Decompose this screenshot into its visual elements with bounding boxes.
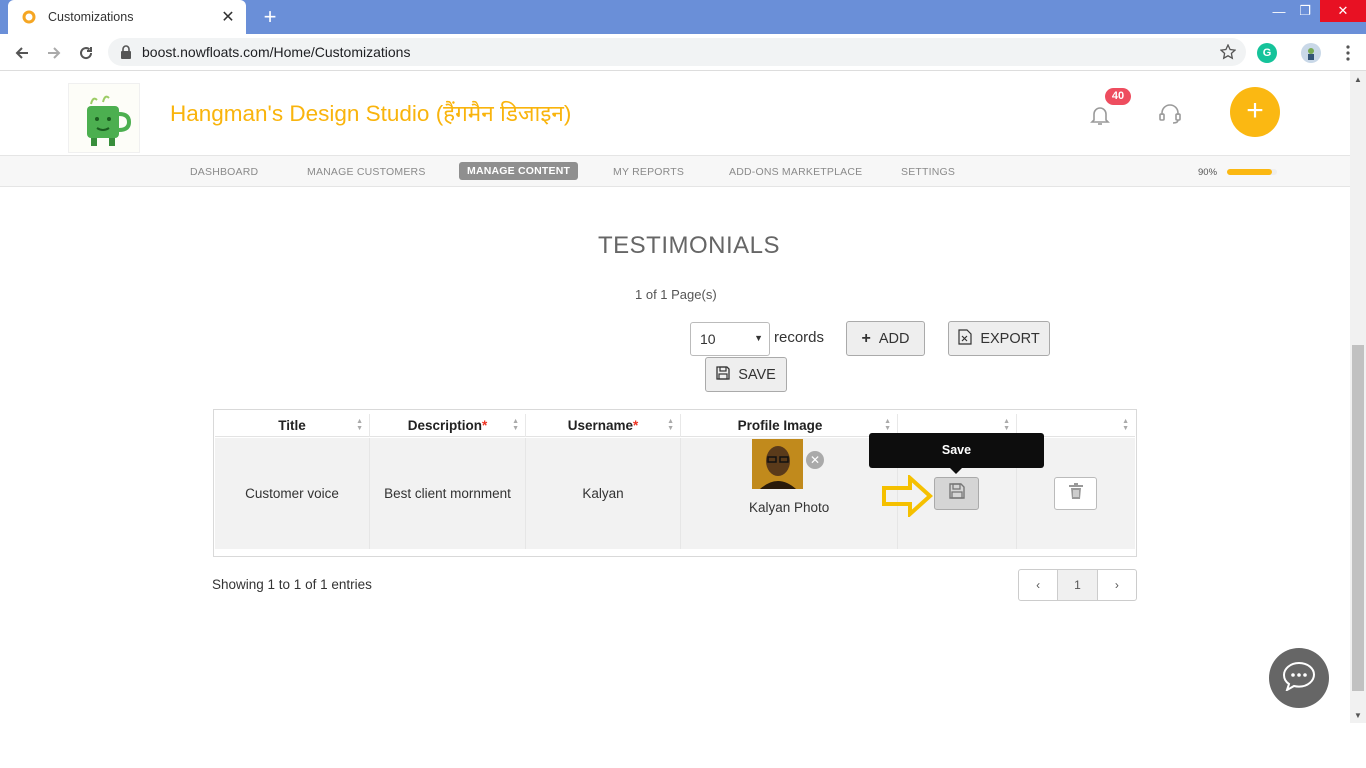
entries-summary: Showing 1 to 1 of 1 entries xyxy=(212,577,372,592)
notification-count-badge: 40 xyxy=(1105,88,1131,105)
tooltip-pointer xyxy=(950,468,962,474)
column-header-title[interactable]: Title ▲ ▼ xyxy=(215,414,370,437)
quick-add-button[interactable]: + xyxy=(1230,87,1280,137)
page-scrollbar[interactable]: ▲ ▼ xyxy=(1350,71,1366,723)
chevron-down-icon: ▼ xyxy=(754,333,763,343)
required-asterisk: * xyxy=(633,418,639,433)
sort-icon: ▲ ▼ xyxy=(884,418,891,432)
column-header-username[interactable]: Username* ▲ ▼ xyxy=(526,414,681,437)
column-header-label: Title xyxy=(278,418,306,433)
brand-logo[interactable] xyxy=(68,83,140,153)
notifications-bell-icon[interactable] xyxy=(1088,103,1112,127)
trash-icon xyxy=(1068,483,1083,504)
nav-add-ons-marketplace[interactable]: ADD-ONS MARKETPLACE xyxy=(729,166,862,178)
column-header-label: Description xyxy=(407,418,482,433)
new-tab-button[interactable]: + xyxy=(258,4,282,30)
profile-progress-bar xyxy=(1227,169,1277,175)
save-button[interactable]: SAVE xyxy=(705,357,787,392)
restore-button[interactable]: ❐ xyxy=(1288,0,1322,22)
column-header-description[interactable]: Description* ▲ ▼ xyxy=(370,414,526,437)
save-button-label: SAVE xyxy=(738,366,776,383)
bookmark-star-icon[interactable] xyxy=(1219,43,1237,65)
tab-close-icon[interactable]: ✕ xyxy=(220,7,236,27)
pagination-prev-button[interactable]: ‹ xyxy=(1019,570,1059,600)
nav-settings[interactable]: SETTINGS xyxy=(901,166,955,178)
nav-my-reports[interactable]: MY REPORTS xyxy=(613,166,684,178)
browser-tab[interactable]: Customizations ✕ xyxy=(8,0,246,34)
main-navigation: DASHBOARD MANAGE CUSTOMERS MANAGE CONTEN… xyxy=(0,155,1350,187)
records-per-page-value: 10 xyxy=(700,331,716,347)
window-close-button[interactable]: ✕ xyxy=(1320,0,1366,22)
chat-bubble-icon xyxy=(1282,661,1316,696)
scrollbar-thumb[interactable] xyxy=(1352,345,1364,691)
cell-description[interactable]: Best client mornment xyxy=(370,438,526,549)
plus-icon: + xyxy=(861,329,871,347)
records-label: records xyxy=(774,329,825,346)
browser-menu-icon[interactable] xyxy=(1337,42,1359,64)
export-button[interactable]: EXPORT xyxy=(948,321,1050,356)
browser-tabbar: Customizations ✕ + — ❐ ✕ xyxy=(0,0,1366,34)
profile-avatar[interactable] xyxy=(1301,43,1321,63)
brand-name[interactable]: Hangman's Design Studio (हैंगमैन डिजाइन) xyxy=(170,97,571,128)
floppy-disk-icon xyxy=(948,483,965,504)
sort-icon: ▲ ▼ xyxy=(512,418,519,432)
row-delete-button[interactable] xyxy=(1054,477,1097,510)
nav-manage-customers[interactable]: MANAGE CUSTOMERS xyxy=(307,166,426,178)
nav-manage-content[interactable]: MANAGE CONTENT xyxy=(459,162,579,180)
testimonials-table: Title ▲ ▼ Description* ▲ ▼ Username* ▲ ▼ Pr… xyxy=(213,409,1137,557)
column-header-label: Profile Image xyxy=(737,418,823,433)
grammarly-extension-icon[interactable]: G xyxy=(1257,43,1277,63)
back-icon[interactable] xyxy=(11,42,33,64)
excel-file-icon xyxy=(958,328,972,349)
profile-progress-label: 90% xyxy=(1198,167,1218,178)
pagination-next-button[interactable]: › xyxy=(1098,570,1136,600)
records-per-page-select[interactable]: 10 ▼ xyxy=(690,322,770,356)
cell-title[interactable]: Customer voice xyxy=(215,438,370,549)
pagination-page-1[interactable]: 1 xyxy=(1058,570,1098,600)
floppy-disk-icon xyxy=(716,365,730,384)
support-headset-icon[interactable] xyxy=(1157,101,1183,127)
photo-caption: Kalyan Photo xyxy=(749,500,830,515)
add-button[interactable]: + ADD xyxy=(846,321,925,356)
sort-icon: ▲ ▼ xyxy=(356,418,363,432)
add-button-label: ADD xyxy=(878,330,910,347)
remove-photo-icon[interactable]: ✕ xyxy=(806,451,824,469)
window-bottom xyxy=(0,723,1366,768)
nav-dashboard[interactable]: DASHBOARD xyxy=(190,166,258,178)
tab-title: Customizations xyxy=(48,10,134,24)
lock-icon xyxy=(120,45,134,59)
address-bar: boost.nowfloats.com/Home/Customizations … xyxy=(0,34,1366,71)
chat-widget-button[interactable] xyxy=(1269,648,1329,708)
scroll-up-icon[interactable]: ▲ xyxy=(1354,75,1362,84)
url-field[interactable]: boost.nowfloats.com/Home/Customizations xyxy=(108,38,1246,66)
column-header-profile-image[interactable]: Profile Image ▲ ▼ xyxy=(681,414,898,437)
site-favicon-icon xyxy=(22,10,36,24)
url-text: boost.nowfloats.com/Home/Customizations xyxy=(142,44,411,60)
page-content: Hangman's Design Studio (हैंगमैन डिजाइन)… xyxy=(0,71,1350,723)
sort-icon: ▲ ▼ xyxy=(1003,418,1010,432)
save-tooltip: Save xyxy=(869,433,1044,474)
page-info: 1 of 1 Page(s) xyxy=(635,287,717,302)
reload-icon[interactable] xyxy=(75,42,97,64)
site-header: Hangman's Design Studio (हैंगमैन डिजाइन)… xyxy=(0,71,1350,155)
pagination: ‹ 1 › xyxy=(1018,569,1137,601)
export-button-label: EXPORT xyxy=(980,330,1040,347)
forward-icon[interactable] xyxy=(43,42,65,64)
cell-username[interactable]: Kalyan xyxy=(526,438,681,549)
row-save-button[interactable] xyxy=(934,477,979,510)
sort-icon: ▲ ▼ xyxy=(667,418,674,432)
required-asterisk: * xyxy=(482,418,488,433)
column-header-label: Username xyxy=(567,418,634,433)
page-title: TESTIMONIALS xyxy=(598,232,781,259)
profile-progress-fill xyxy=(1227,169,1272,175)
profile-photo-thumbnail[interactable] xyxy=(752,439,803,489)
save-tooltip-text: Save xyxy=(941,443,972,457)
sort-icon: ▲ ▼ xyxy=(1122,418,1129,432)
scroll-down-icon[interactable]: ▼ xyxy=(1354,711,1362,720)
yellow-arrow-icon xyxy=(881,473,933,519)
